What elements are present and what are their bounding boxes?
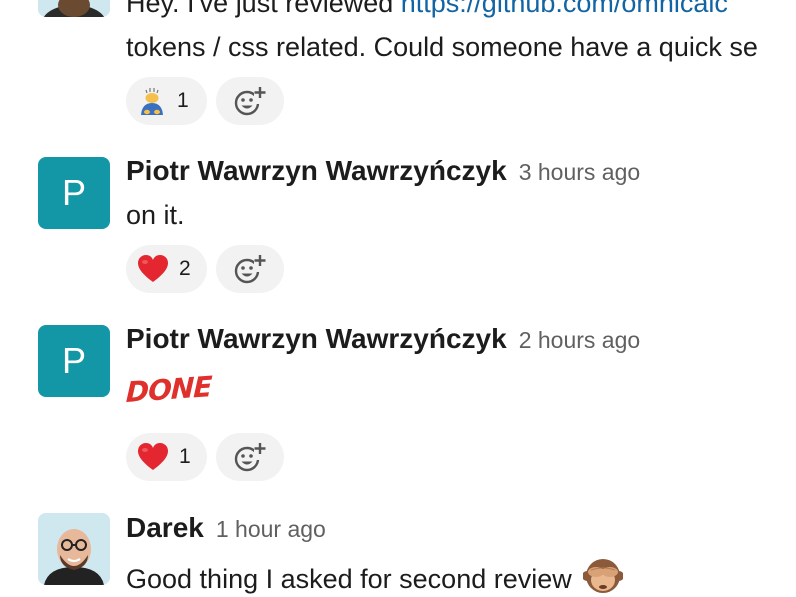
avatar-piotr[interactable]: P [38, 157, 110, 229]
reaction-count: 1 [179, 445, 191, 468]
message-header: Piotr Wawrzyn Wawrzyńczyk 2 hours ago [126, 323, 640, 355]
message-header: Darek 1 hour ago [126, 512, 326, 544]
timestamp[interactable]: 3 hours ago [519, 159, 640, 185]
author-name[interactable]: Darek [126, 512, 204, 543]
reactions-bar: 1 [126, 77, 284, 125]
message-text: on it. [126, 200, 185, 230]
message-text-line-1: Hey. I've just reviewed https://github.c… [126, 0, 728, 19]
avatar-piotr[interactable]: P [38, 325, 110, 397]
add-reaction-button[interactable] [216, 77, 284, 125]
github-link[interactable]: https://github.com/omnicalc [401, 0, 728, 18]
reaction-bowing-person[interactable]: 1 [126, 77, 207, 125]
reaction-red-heart[interactable]: 1 [126, 433, 207, 481]
message-text: Good thing I asked for second review [126, 556, 625, 596]
add-reaction-icon [234, 255, 266, 284]
add-reaction-button[interactable] [216, 245, 284, 293]
message-text-prefix: Hey. I've just reviewed [126, 0, 401, 18]
message-text-line-2: tokens / css related. Could someone have… [126, 32, 758, 62]
see-no-evil-monkey-icon [582, 559, 625, 593]
message-text-content: Good thing I asked for second review [126, 564, 572, 594]
timestamp[interactable]: 2 hours ago [519, 327, 640, 353]
bowing-person-icon [141, 88, 163, 115]
reactions-bar: 2 [126, 245, 284, 293]
author-name[interactable]: Piotr Wawrzyn Wawrzyńczyk [126, 323, 507, 354]
avatar-photo [38, 0, 110, 17]
reactions-bar: 1 [126, 433, 284, 481]
timestamp[interactable]: 1 hour ago [216, 516, 326, 542]
add-reaction-icon [234, 443, 266, 472]
add-reaction-icon [234, 87, 266, 116]
reaction-red-heart[interactable]: 2 [126, 245, 207, 293]
author-name[interactable]: Piotr Wawrzyn Wawrzyńczyk [126, 155, 507, 186]
avatar-previous-user[interactable] [38, 0, 110, 17]
add-reaction-button[interactable] [216, 433, 284, 481]
avatar-darek[interactable] [38, 513, 110, 585]
reaction-count: 1 [177, 89, 189, 112]
message-header: Piotr Wawrzyn Wawrzyńczyk 3 hours ago [126, 155, 640, 187]
reaction-count: 2 [179, 257, 191, 280]
red-heart-icon [138, 255, 168, 282]
done-custom-emoji: DONE [125, 369, 212, 410]
avatar-photo [38, 513, 110, 585]
red-heart-icon [138, 443, 168, 470]
